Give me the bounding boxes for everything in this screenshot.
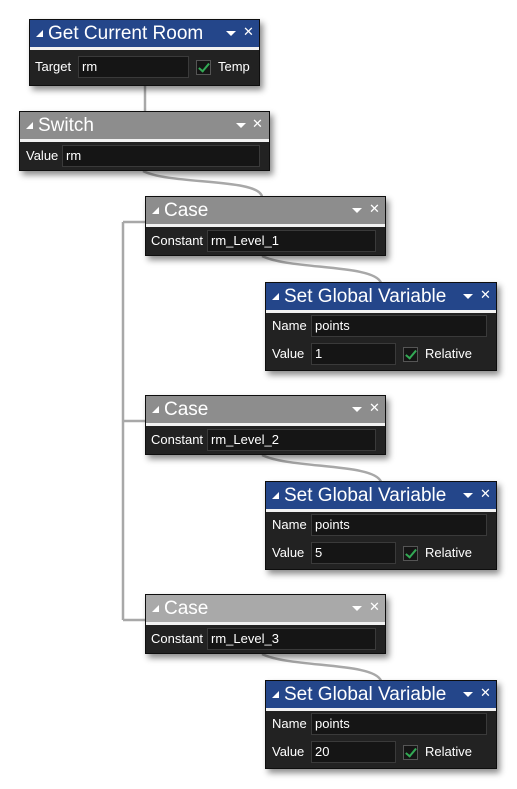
value-field[interactable]: 20	[311, 741, 396, 763]
node-header[interactable]: Get Current Room ✕	[30, 20, 259, 50]
node-header[interactable]: Set Global Variable ✕	[266, 681, 496, 711]
node-header[interactable]: Case ✕	[146, 595, 385, 625]
dropdown-arrow-icon[interactable]	[352, 208, 362, 213]
collapse-triangle-icon[interactable]	[272, 691, 279, 698]
name-field[interactable]: points	[311, 514, 487, 536]
value-field[interactable]: 5	[311, 542, 396, 564]
name-label: Name	[272, 318, 307, 333]
node-title: Case	[164, 399, 209, 420]
name-label: Name	[272, 517, 307, 532]
node-header[interactable]: Switch ✕	[20, 112, 269, 142]
relative-label: Relative	[425, 744, 472, 759]
set-global-variable-node-1[interactable]: Set Global Variable ✕ Name points Value …	[265, 282, 497, 371]
value-field[interactable]: 1	[311, 343, 396, 365]
close-icon[interactable]: ✕	[369, 598, 380, 618]
relative-checkbox[interactable]	[403, 745, 418, 760]
temp-checkbox[interactable]	[196, 60, 211, 75]
target-label: Target	[35, 59, 72, 74]
constant-field[interactable]: rm_Level_2	[207, 429, 376, 451]
close-icon[interactable]: ✕	[369, 399, 380, 419]
relative-label: Relative	[425, 346, 472, 361]
node-title: Set Global Variable	[284, 286, 447, 307]
set-global-variable-node-3[interactable]: Set Global Variable ✕ Name points Value …	[265, 680, 497, 769]
constant-field[interactable]: rm_Level_1	[207, 230, 376, 252]
dropdown-arrow-icon[interactable]	[463, 294, 473, 299]
collapse-triangle-icon[interactable]	[272, 293, 279, 300]
relative-checkbox[interactable]	[403, 546, 418, 561]
value-label: Value	[272, 744, 305, 759]
temp-label: Temp	[218, 59, 250, 74]
value-label: Value	[272, 346, 305, 361]
value-label: Value	[26, 148, 59, 163]
relative-checkbox[interactable]	[403, 347, 418, 362]
collapse-triangle-icon[interactable]	[152, 406, 159, 413]
constant-field[interactable]: rm_Level_3	[207, 628, 376, 650]
node-header[interactable]: Set Global Variable ✕	[266, 283, 496, 313]
dropdown-arrow-icon[interactable]	[463, 692, 473, 697]
get-current-room-node[interactable]: Get Current Room ✕ Target rm Temp	[29, 19, 260, 86]
dropdown-arrow-icon[interactable]	[463, 493, 473, 498]
collapse-triangle-icon[interactable]	[272, 492, 279, 499]
node-title: Switch	[38, 115, 94, 136]
node-title: Get Current Room	[48, 23, 204, 44]
case-node-3[interactable]: Case ✕ Constant rm_Level_3	[145, 594, 386, 654]
close-icon[interactable]: ✕	[480, 485, 491, 505]
close-icon[interactable]: ✕	[480, 286, 491, 306]
node-header[interactable]: Case ✕	[146, 396, 385, 426]
case-node-1[interactable]: Case ✕ Constant rm_Level_1	[145, 196, 386, 256]
dropdown-arrow-icon[interactable]	[226, 31, 236, 36]
value-field[interactable]: rm	[62, 145, 260, 167]
constant-label: Constant	[151, 631, 204, 646]
switch-node[interactable]: Switch ✕ Value rm	[19, 111, 270, 171]
constant-label: Constant	[151, 233, 204, 248]
dropdown-arrow-icon[interactable]	[352, 606, 362, 611]
node-title: Case	[164, 598, 209, 619]
close-icon[interactable]: ✕	[480, 684, 491, 704]
collapse-triangle-icon[interactable]	[26, 122, 33, 129]
close-icon[interactable]: ✕	[243, 23, 254, 43]
relative-label: Relative	[425, 545, 472, 560]
set-global-variable-node-2[interactable]: Set Global Variable ✕ Name points Value …	[265, 481, 497, 570]
dropdown-arrow-icon[interactable]	[236, 123, 246, 128]
constant-label: Constant	[151, 432, 204, 447]
node-header[interactable]: Case ✕	[146, 197, 385, 227]
close-icon[interactable]: ✕	[252, 115, 263, 135]
collapse-triangle-icon[interactable]	[36, 30, 43, 37]
node-title: Set Global Variable	[284, 684, 447, 705]
node-title: Case	[164, 200, 209, 221]
close-icon[interactable]: ✕	[369, 200, 380, 220]
collapse-triangle-icon[interactable]	[152, 605, 159, 612]
dropdown-arrow-icon[interactable]	[352, 407, 362, 412]
collapse-triangle-icon[interactable]	[152, 207, 159, 214]
target-field[interactable]: rm	[78, 56, 189, 78]
case-node-2[interactable]: Case ✕ Constant rm_Level_2	[145, 395, 386, 455]
name-field[interactable]: points	[311, 713, 487, 735]
node-header[interactable]: Set Global Variable ✕	[266, 482, 496, 512]
name-field[interactable]: points	[311, 315, 487, 337]
name-label: Name	[272, 716, 307, 731]
node-title: Set Global Variable	[284, 485, 447, 506]
value-label: Value	[272, 545, 305, 560]
